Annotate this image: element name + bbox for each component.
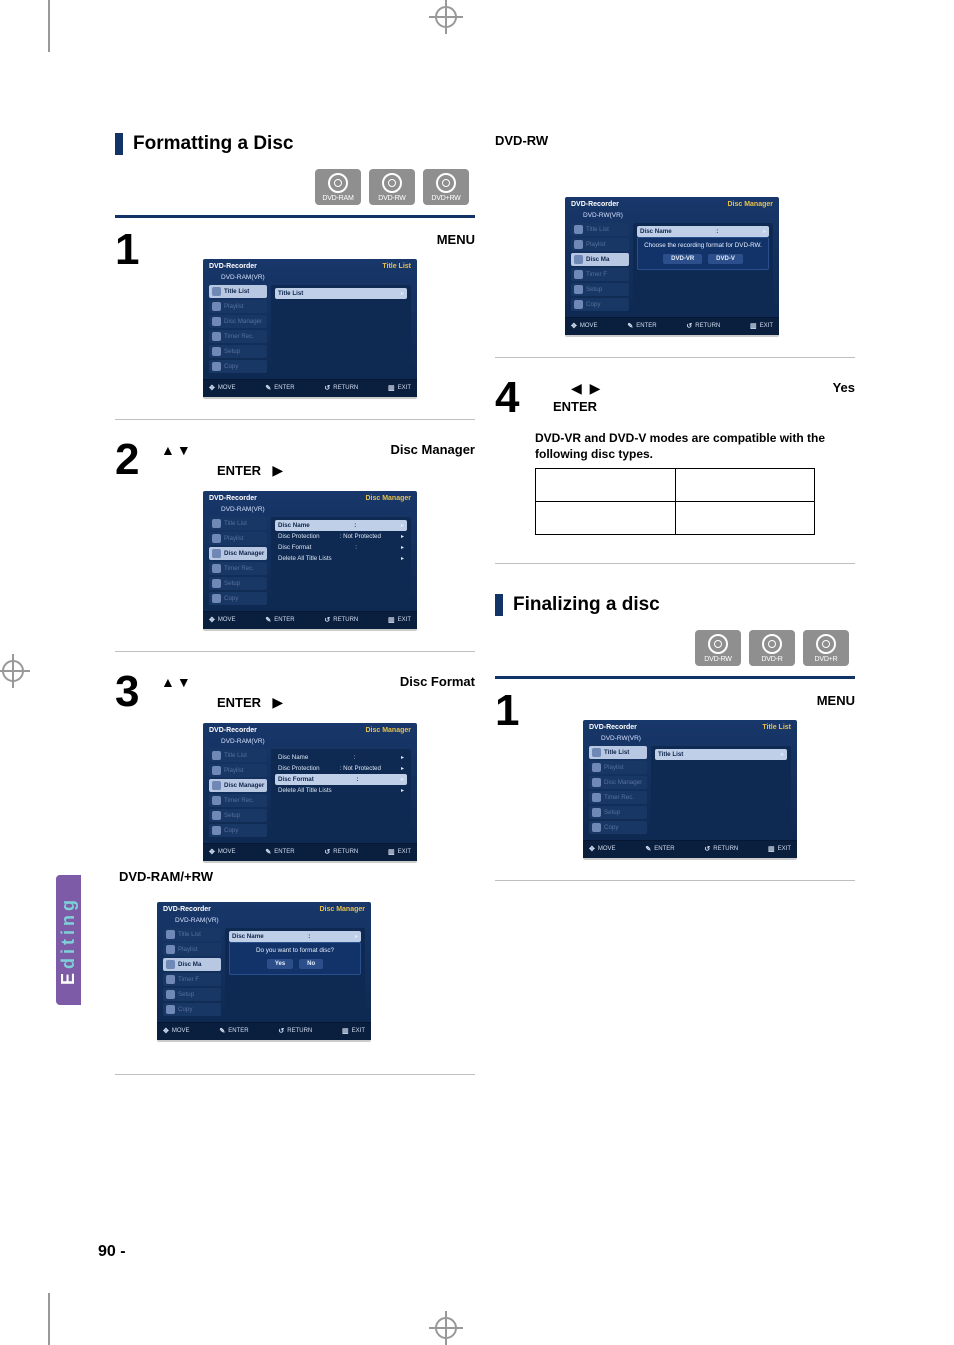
enter-label: ENTER bbox=[217, 463, 261, 478]
osd-screen-5: DVD-Recorder Disc Manager DVD-RW(VR) Tit… bbox=[565, 197, 779, 335]
badge-dvd-plus-rw: DVD+RW bbox=[423, 169, 469, 205]
disc-badges: DVD-RW DVD-R DVD+R bbox=[495, 630, 849, 666]
rule bbox=[115, 419, 475, 420]
heading-tab bbox=[115, 133, 123, 155]
rule bbox=[495, 357, 855, 358]
select-disc-manager: Disc Manager bbox=[390, 442, 475, 457]
dialog-text: Do you want to format disc? bbox=[234, 947, 356, 954]
badge-label: DVD+RW bbox=[431, 195, 460, 202]
arrow-up-down-icon: ▲▼ bbox=[161, 442, 193, 458]
select-yes: Yes bbox=[833, 380, 855, 395]
finalize-step-1: 1 MENU DVD-Recorder Title List DVD-RW(VR… bbox=[495, 689, 855, 858]
osd-screen-2: DVD-Recorder Disc Manager DVD-RAM(VR) Ti… bbox=[203, 491, 417, 629]
heading-tab bbox=[495, 594, 503, 616]
rule bbox=[495, 880, 855, 881]
badge-label: DVD-RW bbox=[378, 195, 405, 202]
heading-text: Finalizing a disc bbox=[513, 594, 660, 616]
mid-label-left: DVD-RAM/+RW bbox=[119, 869, 475, 884]
menu-label: MENU bbox=[437, 232, 475, 247]
side-tab-initial: E bbox=[58, 968, 78, 984]
dialog-dvd-vr-button[interactable]: DVD-VR bbox=[663, 254, 702, 264]
badge-dvd-rw: DVD-RW bbox=[695, 630, 741, 666]
arrow-up-down-icon: ▲▼ bbox=[161, 674, 193, 690]
osd-title-right: Title List bbox=[382, 263, 411, 270]
osd-hints: ✥MOVE ✎ENTER ↺RETURN ▥EXIT bbox=[203, 379, 417, 397]
step-number: 1 bbox=[115, 228, 149, 397]
menu-label: MENU bbox=[817, 693, 855, 708]
rule bbox=[115, 1074, 475, 1075]
heading-finalizing: Finalizing a disc bbox=[495, 594, 855, 616]
compat-table bbox=[535, 468, 815, 535]
step-number: 3 bbox=[115, 670, 149, 861]
step-3: 3 ▲▼ Disc Format ENTER ▶ DVD-Recorder Di… bbox=[115, 670, 475, 861]
heading-text: Formatting a Disc bbox=[133, 133, 293, 155]
osd-screen-3: DVD-Recorder Disc Manager DVD-RAM(VR) Ti… bbox=[203, 723, 417, 861]
enter-label: ENTER bbox=[553, 399, 597, 414]
badge-label: DVD-RAM bbox=[322, 195, 353, 202]
osd-dialog: Do you want to format disc? Yes No bbox=[229, 942, 361, 975]
disc-badges: DVD-RAM DVD-RW DVD+RW bbox=[115, 169, 469, 205]
side-tab-rest: diting bbox=[58, 896, 78, 969]
osd-screen-1: DVD-Recorder Title List DVD-RAM(VR) Titl… bbox=[203, 259, 417, 397]
right-column: DVD-RW DVD-Recorder Disc Manager DVD-RW(… bbox=[495, 133, 855, 899]
play-icon: ▶ bbox=[272, 694, 285, 710]
osd-subtitle: DVD-RAM(VR) bbox=[203, 272, 417, 285]
step-number: 1 bbox=[495, 689, 529, 858]
registration-mark bbox=[435, 6, 457, 28]
enter-label: ENTER bbox=[217, 695, 261, 710]
dialog-dvd-v-button[interactable]: DVD-V bbox=[708, 254, 743, 264]
osd-screen-4: DVD-Recorder Disc Manager DVD-RAM(VR) Ti… bbox=[157, 902, 371, 1040]
rule bbox=[115, 651, 475, 652]
arrow-left-right-icon: ◀ ▶ bbox=[571, 380, 602, 396]
compat-note: DVD-VR and DVD-V modes are compatible wi… bbox=[535, 430, 855, 462]
badge-dvd-ram: DVD-RAM bbox=[315, 169, 361, 205]
dialog-yes-button[interactable]: Yes bbox=[267, 959, 293, 969]
osd-screen-6: DVD-Recorder Title List DVD-RW(VR) Title… bbox=[583, 720, 797, 858]
step-4: 4 ◀ ▶ Yes ENTER bbox=[495, 376, 855, 420]
badge-dvd-r: DVD-R bbox=[749, 630, 795, 666]
badge-dvd-plus-r: DVD+R bbox=[803, 630, 849, 666]
left-column: Formatting a Disc DVD-RAM DVD-RW DVD+RW … bbox=[115, 133, 475, 1093]
step-1: 1 MENU DVD-Recorder Title List DVD-RAM(V… bbox=[115, 228, 475, 397]
osd-title: DVD-Recorder bbox=[209, 263, 257, 270]
side-tab-editing: Editing bbox=[56, 875, 81, 1005]
step-2: 2 ▲▼ Disc Manager ENTER ▶ DVD-Recorder D… bbox=[115, 438, 475, 629]
right-header: DVD-RW bbox=[495, 133, 548, 148]
badge-label: DVD+R bbox=[815, 656, 838, 663]
badge-dvd-rw: DVD-RW bbox=[369, 169, 415, 205]
badge-label: DVD-RW bbox=[704, 656, 731, 663]
heading-formatting: Formatting a Disc bbox=[115, 133, 475, 155]
select-disc-format: Disc Format bbox=[400, 674, 475, 689]
dialog-text: Choose the recording format for DVD-RW. bbox=[642, 242, 764, 249]
dialog-no-button[interactable]: No bbox=[299, 959, 323, 969]
rule bbox=[115, 215, 475, 218]
osd-pane: Title List▸ bbox=[271, 285, 411, 373]
registration-mark bbox=[435, 1317, 457, 1339]
page: Formatting a Disc DVD-RAM DVD-RW DVD+RW … bbox=[0, 0, 954, 1345]
play-icon: ▶ bbox=[272, 462, 285, 478]
rule bbox=[495, 563, 855, 564]
badge-label: DVD-R bbox=[761, 656, 782, 663]
crop-mark bbox=[48, 0, 50, 52]
rule bbox=[495, 676, 855, 679]
osd-sidebar: Title List Playlist Disc Manager Timer R… bbox=[209, 285, 267, 373]
step-number: 4 bbox=[495, 376, 529, 420]
registration-mark bbox=[2, 660, 24, 682]
crop-mark bbox=[48, 1293, 50, 1345]
page-number: 90 - bbox=[98, 1243, 126, 1261]
osd-dialog: Choose the recording format for DVD-RW. … bbox=[637, 237, 769, 270]
step-number: 2 bbox=[115, 438, 149, 629]
